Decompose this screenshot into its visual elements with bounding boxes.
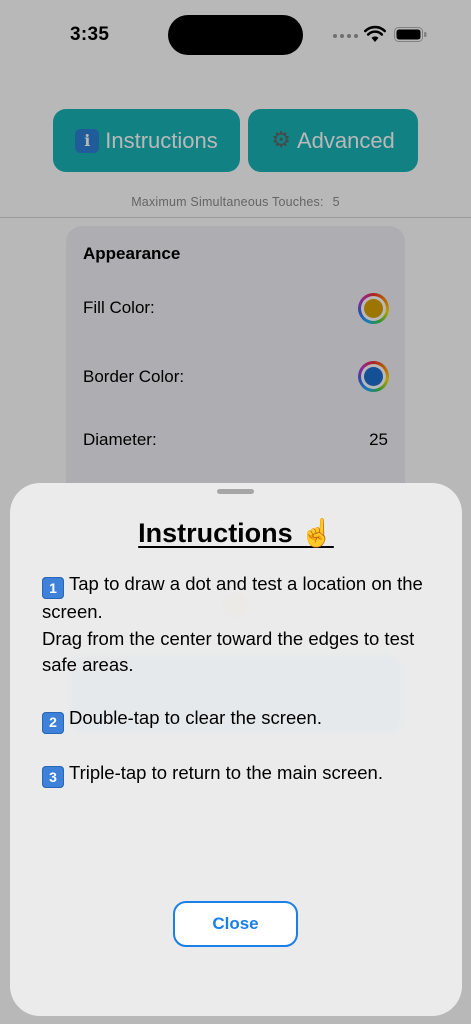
instructions-sheet: Instructions ☝️ 1 Tap to draw a dot and t…	[10, 483, 462, 1016]
instruction-step-3: 3 Triple-tap to return to the main screen…	[42, 760, 442, 789]
keycap-3-icon: 3	[42, 766, 64, 789]
keycap-2-icon: 2	[42, 711, 64, 734]
step-3-line-1: Triple-tap to return to the main screen.	[69, 762, 383, 783]
step-2-line-1: Double-tap to clear the screen.	[69, 707, 322, 729]
close-button[interactable]: Close	[173, 901, 298, 947]
sheet-grabber[interactable]	[217, 489, 254, 494]
keycap-1-icon: 1	[42, 577, 64, 600]
instruction-step-1: 1 Tap to draw a dot and test a location o…	[42, 571, 442, 679]
step-1-line-1: Tap to draw a dot and test a location on…	[42, 573, 423, 623]
instructions-list: 1 Tap to draw a dot and test a location o…	[42, 571, 442, 815]
sheet-title: Instructions ☝️	[138, 518, 334, 548]
step-1-line-2: Drag from the center toward the edges to…	[42, 627, 415, 676]
instruction-step-2: 2 Double-tap to clear the screen.	[42, 705, 442, 734]
